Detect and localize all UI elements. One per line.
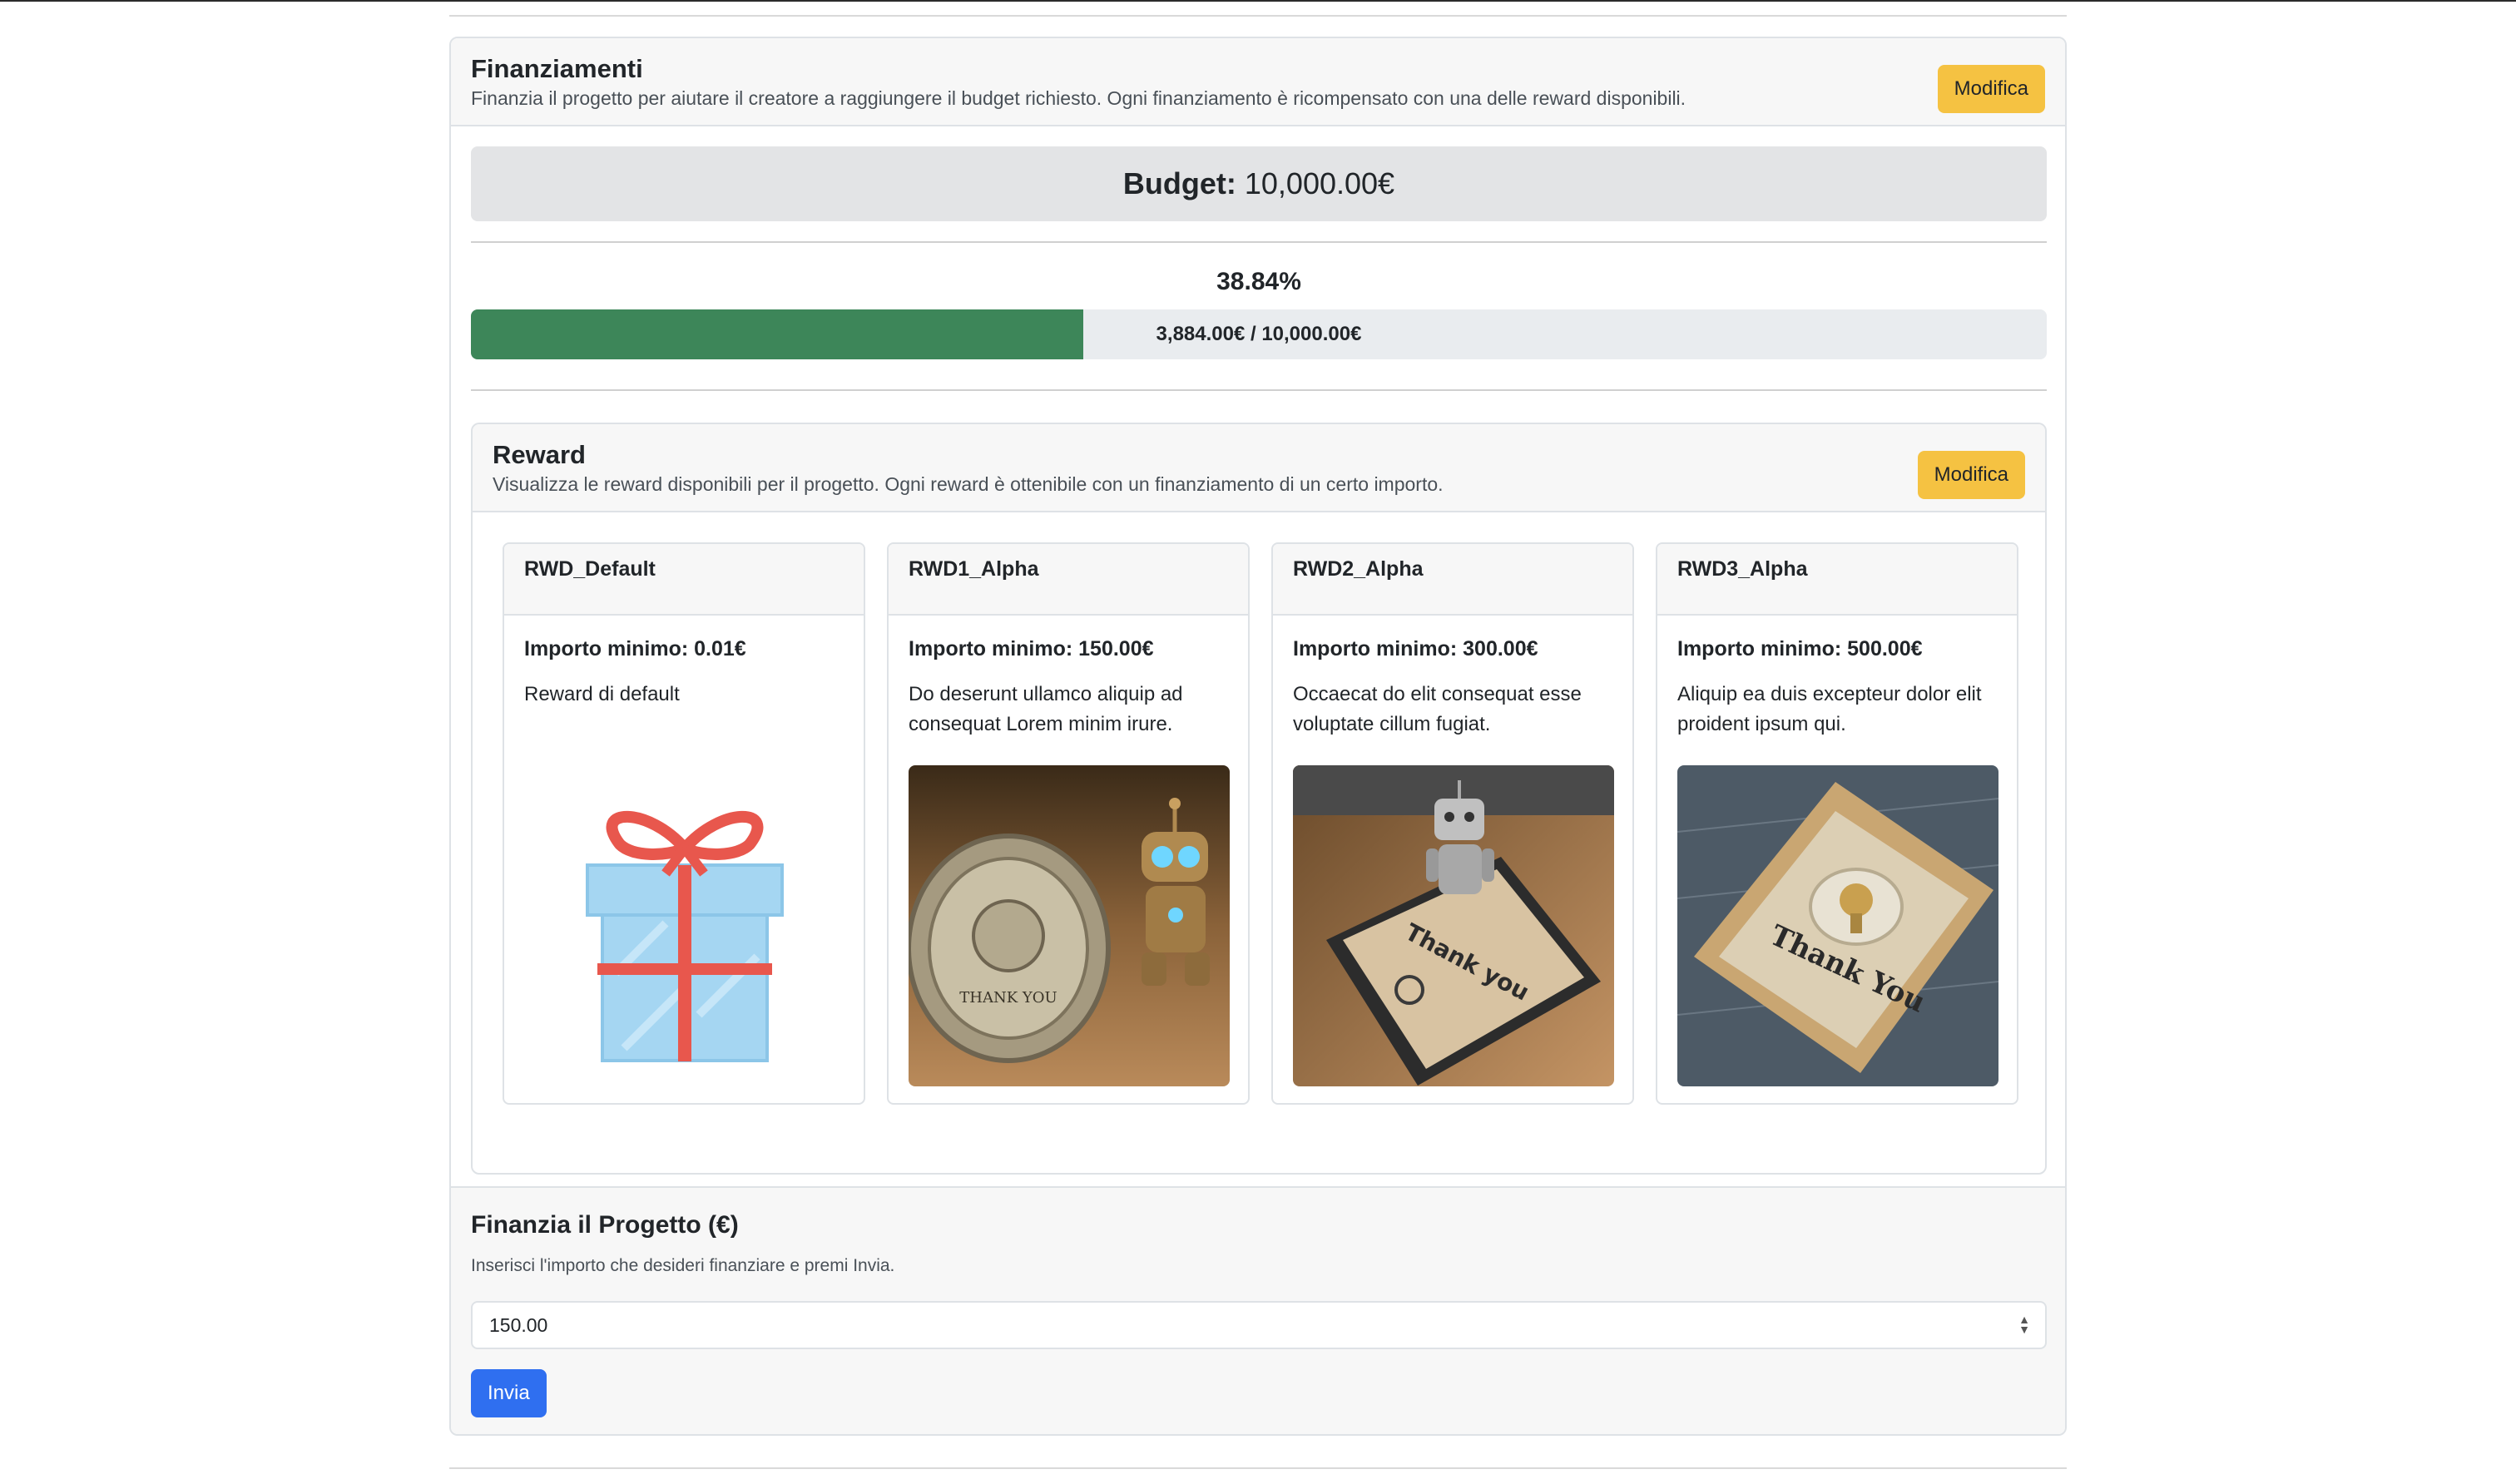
reward-subtitle: Visualizza le reward disponibili per il …: [493, 473, 1444, 495]
reward-title: Reward: [493, 440, 586, 469]
reward-min-amount: Importo minimo: 0.01€: [524, 637, 746, 660]
funding-form: Finanzia il Progetto (€) Inserisci l'imp…: [451, 1186, 2065, 1434]
reward-edit-button[interactable]: Modifica: [1917, 451, 2025, 499]
gift-box-image: [524, 765, 845, 1086]
plaque-robot-image: Thank you: [1293, 765, 1614, 1086]
budget-box: Budget: 10,000.00€: [471, 146, 2047, 221]
reward-name: RWD1_Alpha: [889, 544, 1248, 616]
gift-box-pin-image: Thank You: [1677, 765, 1998, 1086]
reward-card: Reward Visualizza le reward disponibili …: [471, 423, 2047, 1175]
top-divider: [449, 15, 2067, 17]
amount-input[interactable]: 150.00 ▲ ▼: [471, 1301, 2047, 1349]
reward-header: Reward Visualizza le reward disponibili …: [473, 424, 2045, 512]
reward-min-amount: Importo minimo: 150.00€: [909, 637, 1154, 660]
form-help-text: Inserisci l'importo che desideri finanzi…: [471, 1256, 895, 1275]
reward-description: Occaecat do elit consequat esse voluptat…: [1293, 683, 1582, 735]
reward-description: Do deserunt ullamco aliquip ad consequat…: [909, 683, 1183, 735]
funding-card: Finanziamenti Finanzia il progetto per a…: [449, 37, 2067, 1436]
divider: [471, 389, 2047, 391]
funding-header: Finanziamenti Finanzia il progetto per a…: [451, 38, 2065, 126]
reward-name: RWD_Default: [504, 544, 864, 616]
amount-input-value: 150.00: [489, 1313, 548, 1336]
budget-label: Budget:: [1122, 166, 1236, 200]
funding-progress-bar: 3,884.00€ / 10,000.00€: [471, 309, 2047, 359]
number-stepper-icon[interactable]: ▲ ▼: [2018, 1313, 2030, 1335]
progress-text: 3,884.00€ / 10,000.00€: [1156, 323, 1362, 345]
progress-percent: 38.84%: [1216, 268, 1301, 295]
reward-item: RWD_Default Importo minimo: 0.01€ Reward…: [503, 542, 865, 1105]
reward-name: RWD3_Alpha: [1657, 544, 2017, 616]
budget-value: 10,000.00€: [1244, 166, 1395, 200]
reward-item: RWD2_Alpha Importo minimo: 300.00€ Occae…: [1271, 542, 1634, 1105]
reward-min-amount: Importo minimo: 300.00€: [1293, 637, 1538, 660]
reward-min-amount: Importo minimo: 500.00€: [1677, 637, 1923, 660]
reward-item: RWD1_Alpha Importo minimo: 150.00€ Do de…: [887, 542, 1250, 1105]
reward-description: Reward di default: [524, 683, 680, 705]
svg-text:THANK YOU: THANK YOU: [959, 989, 1057, 1007]
bottom-divider: [449, 1467, 2067, 1469]
reward-item: RWD3_Alpha Importo minimo: 500.00€ Aliqu…: [1656, 542, 2018, 1105]
funding-subtitle: Finanzia il progetto per aiutare il crea…: [471, 87, 1686, 109]
funding-edit-button[interactable]: Modifica: [1937, 65, 2045, 113]
coin-robot-image: THANK YOU: [909, 765, 1230, 1086]
form-title: Finanzia il Progetto (€): [471, 1211, 739, 1239]
reward-description: Aliquip ea duis excepteur dolor elit pro…: [1677, 683, 1982, 735]
funding-title: Finanziamenti: [471, 54, 643, 83]
window-top-border: [0, 0, 2516, 2]
submit-button[interactable]: Invia: [471, 1369, 547, 1417]
divider: [471, 241, 2047, 243]
reward-name: RWD2_Alpha: [1273, 544, 1632, 616]
